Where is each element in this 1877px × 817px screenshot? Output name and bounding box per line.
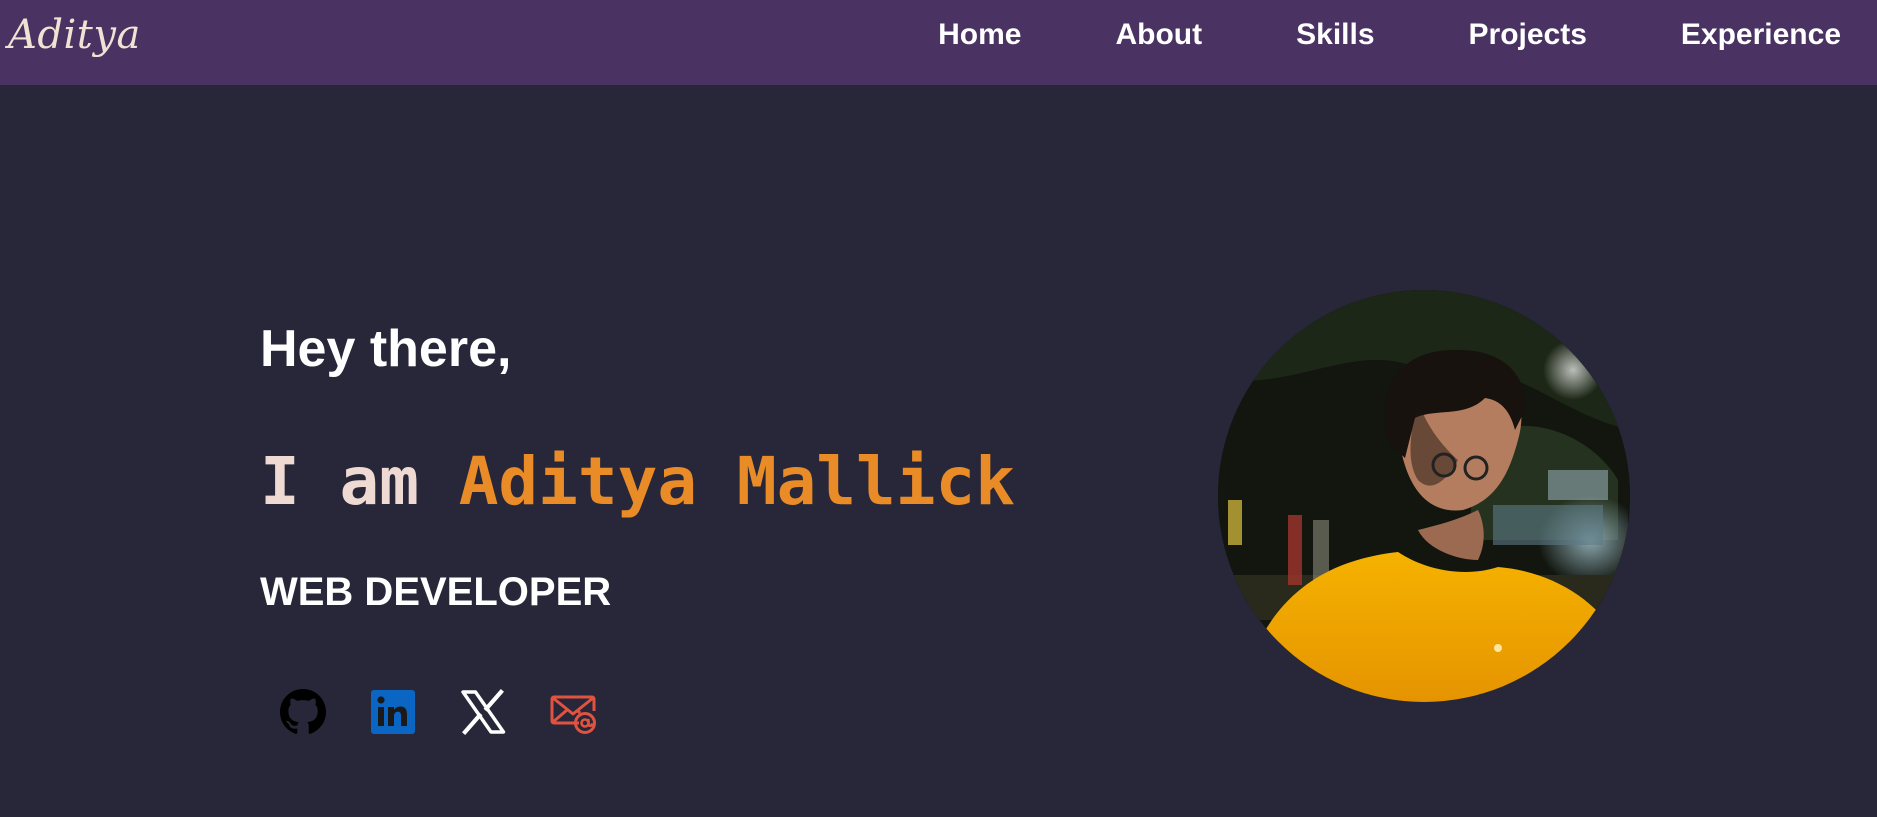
profile-photo [1218, 290, 1630, 702]
hero-intro: I am Aditya Mallick [260, 442, 1015, 522]
hero-greeting: Hey there, [260, 320, 512, 378]
x-icon [461, 689, 506, 735]
hero-role: WEB DEVELOPER [260, 570, 612, 614]
nav-link-experience[interactable]: Experience [1681, 18, 1841, 52]
nav-link-skills[interactable]: Skills [1296, 18, 1374, 52]
github-link[interactable] [278, 687, 328, 737]
nav-link-projects[interactable]: Projects [1469, 18, 1587, 52]
email-icon [550, 695, 596, 734]
email-link[interactable] [548, 687, 598, 737]
nav-menu: Home About Skills Projects Experience [938, 0, 1841, 70]
nav-link-about[interactable]: About [1115, 18, 1202, 52]
nav-link-home[interactable]: Home [938, 18, 1021, 52]
linkedin-icon [371, 690, 415, 734]
x-link[interactable] [458, 687, 508, 737]
social-links [278, 687, 638, 737]
navbar: Aditya Home About Skills Projects Experi… [0, 0, 1877, 85]
linkedin-link[interactable] [368, 687, 418, 737]
profile-photo-image [1218, 290, 1630, 702]
hero-name: Aditya Mallick [458, 443, 1015, 520]
github-icon [280, 689, 326, 734]
hero-intro-prefix: I am [260, 443, 459, 520]
brand-logo[interactable]: Aditya [8, 10, 141, 60]
